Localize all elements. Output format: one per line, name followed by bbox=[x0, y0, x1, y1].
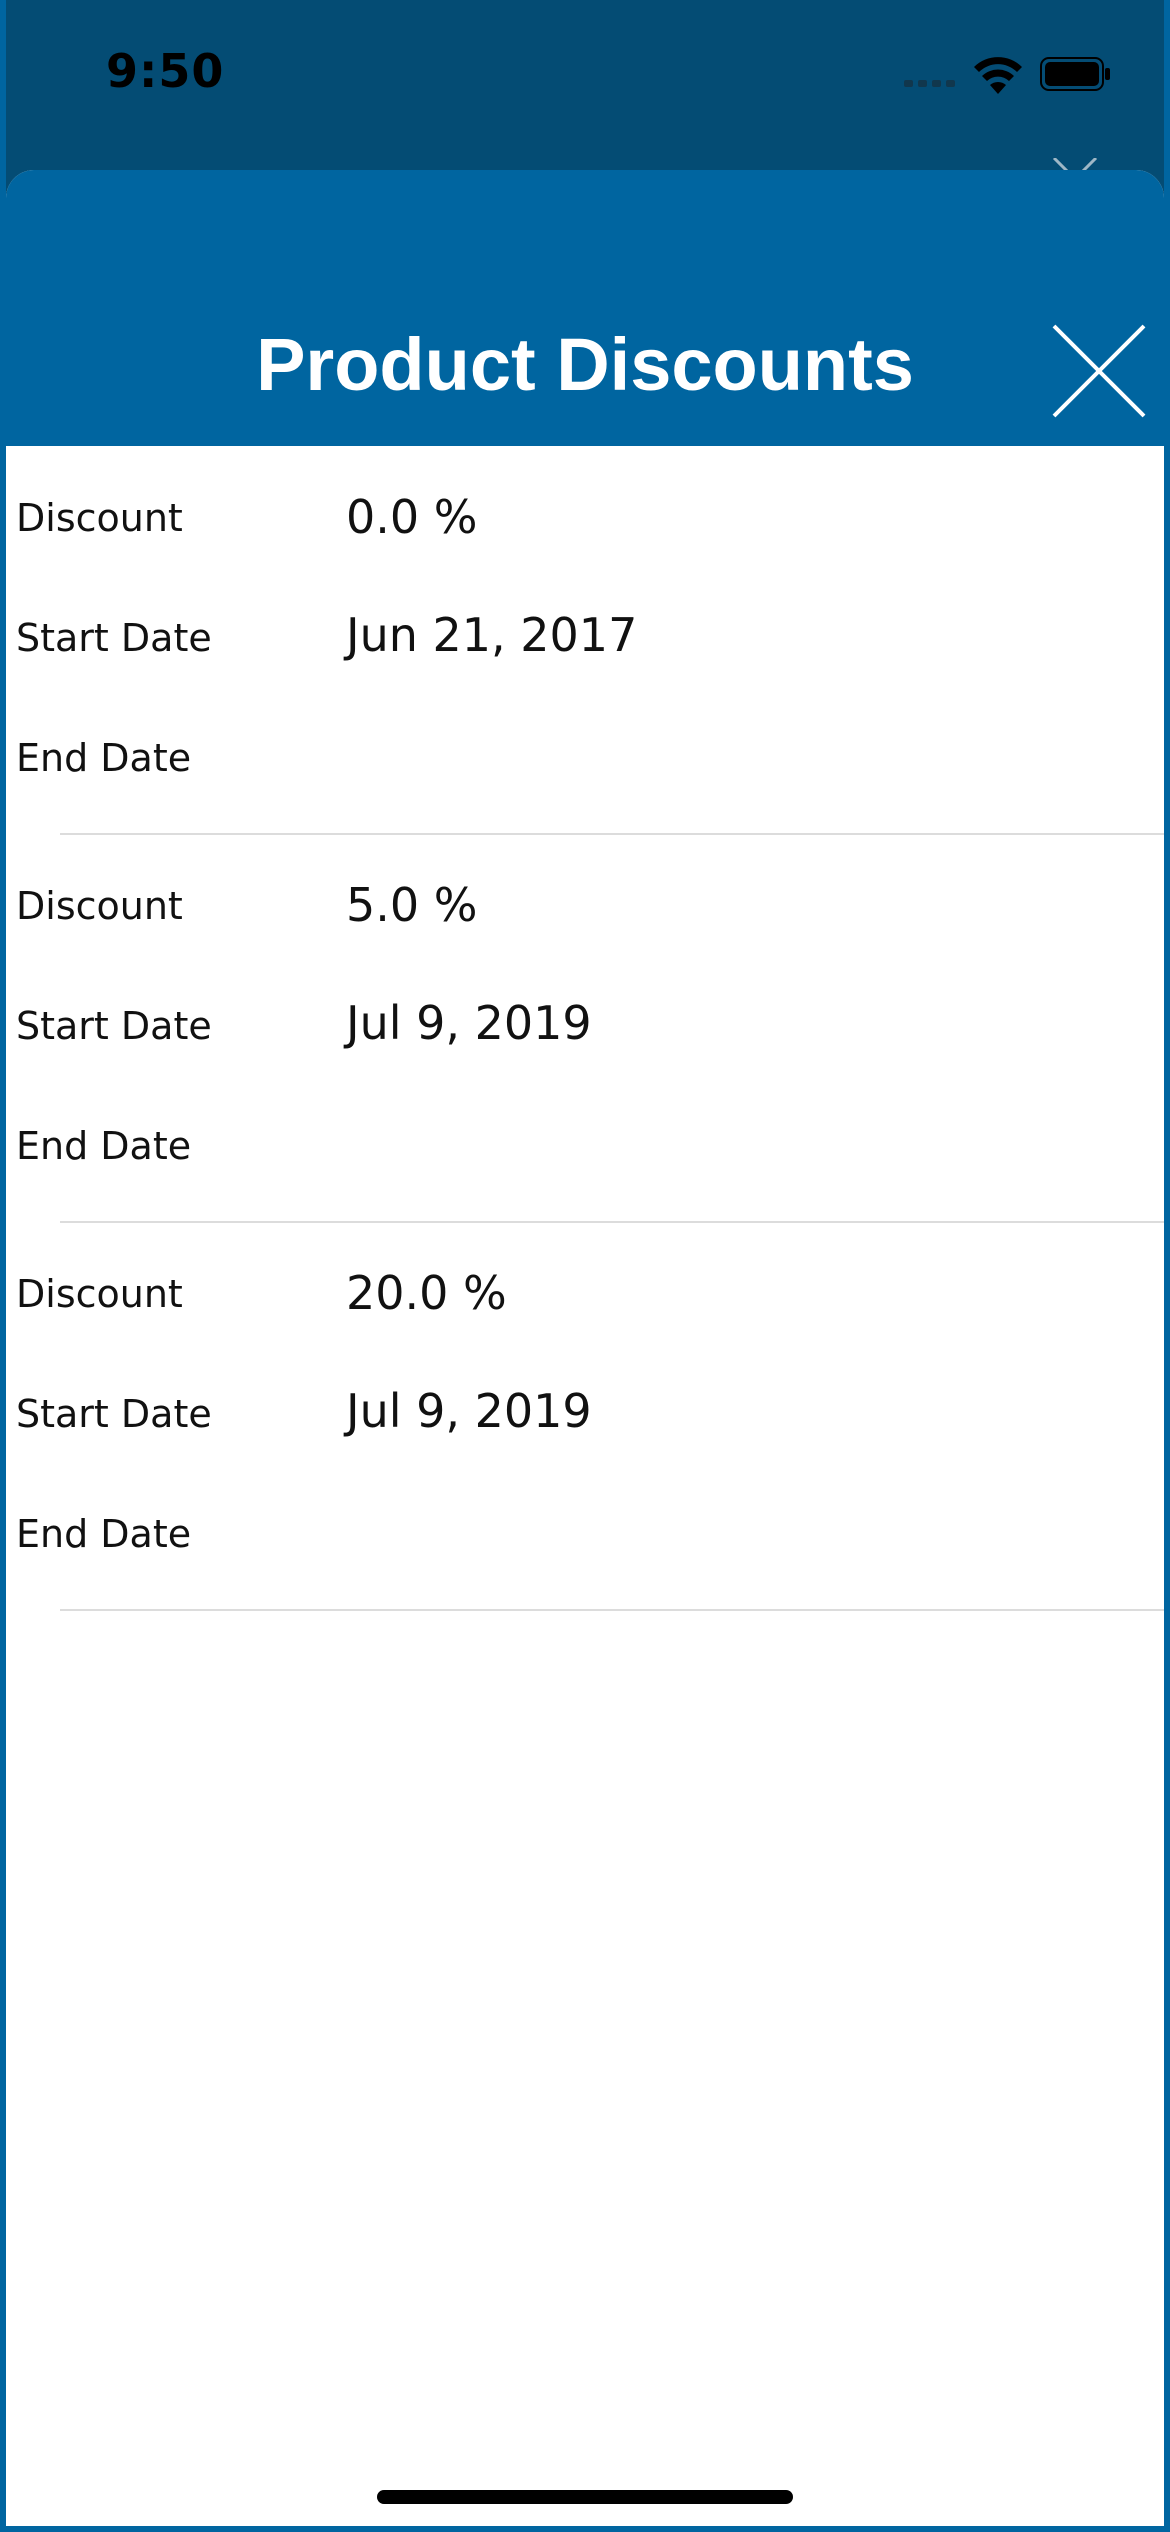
start-date-value: Jul 9, 2019 bbox=[346, 996, 592, 1050]
end-date-label: End Date bbox=[16, 736, 192, 780]
list-item: Discount 5.0 % Start Date Jul 9, 2019 En… bbox=[6, 834, 1164, 1223]
discount-label: Discount bbox=[16, 496, 183, 540]
discount-label: Discount bbox=[16, 1272, 183, 1316]
start-date-label: Start Date bbox=[16, 1004, 212, 1048]
start-date-value: Jun 21, 2017 bbox=[346, 608, 638, 662]
discounts-sheet: Product Discounts Discount 0.0 % Start D… bbox=[6, 170, 1164, 2526]
list-item: Discount 20.0 % Start Date Jul 9, 2019 E… bbox=[6, 1222, 1164, 1611]
list-item: Discount 0.0 % Start Date Jun 21, 2017 E… bbox=[6, 446, 1164, 835]
wifi-icon bbox=[974, 57, 1022, 94]
start-date-value: Jul 9, 2019 bbox=[346, 1384, 592, 1438]
battery-icon bbox=[1040, 57, 1110, 91]
status-time: 9:50 bbox=[106, 44, 225, 98]
start-date-label: Start Date bbox=[16, 616, 212, 660]
discount-label: Discount bbox=[16, 884, 183, 928]
end-date-label: End Date bbox=[16, 1512, 192, 1556]
start-date-label: Start Date bbox=[16, 1392, 212, 1436]
home-indicator[interactable] bbox=[377, 2490, 793, 2504]
discount-value: 5.0 % bbox=[346, 878, 478, 932]
discount-value: 20.0 % bbox=[346, 1266, 507, 1320]
close-icon bbox=[1052, 324, 1146, 418]
close-button[interactable] bbox=[1050, 322, 1150, 422]
divider bbox=[60, 1609, 1164, 1611]
sheet-header: Product Discounts bbox=[6, 170, 1164, 446]
end-date-label: End Date bbox=[16, 1124, 192, 1168]
discount-value: 0.0 % bbox=[346, 490, 478, 544]
discount-list: Discount 0.0 % Start Date Jun 21, 2017 E… bbox=[6, 446, 1164, 1611]
cellular-signal-icon bbox=[904, 80, 955, 87]
status-bar: 9:50 bbox=[0, 0, 1170, 150]
page-title: Product Discounts bbox=[256, 323, 914, 406]
screen: 9:50 Product Discounts Discount 0.0 % St… bbox=[0, 0, 1170, 2532]
